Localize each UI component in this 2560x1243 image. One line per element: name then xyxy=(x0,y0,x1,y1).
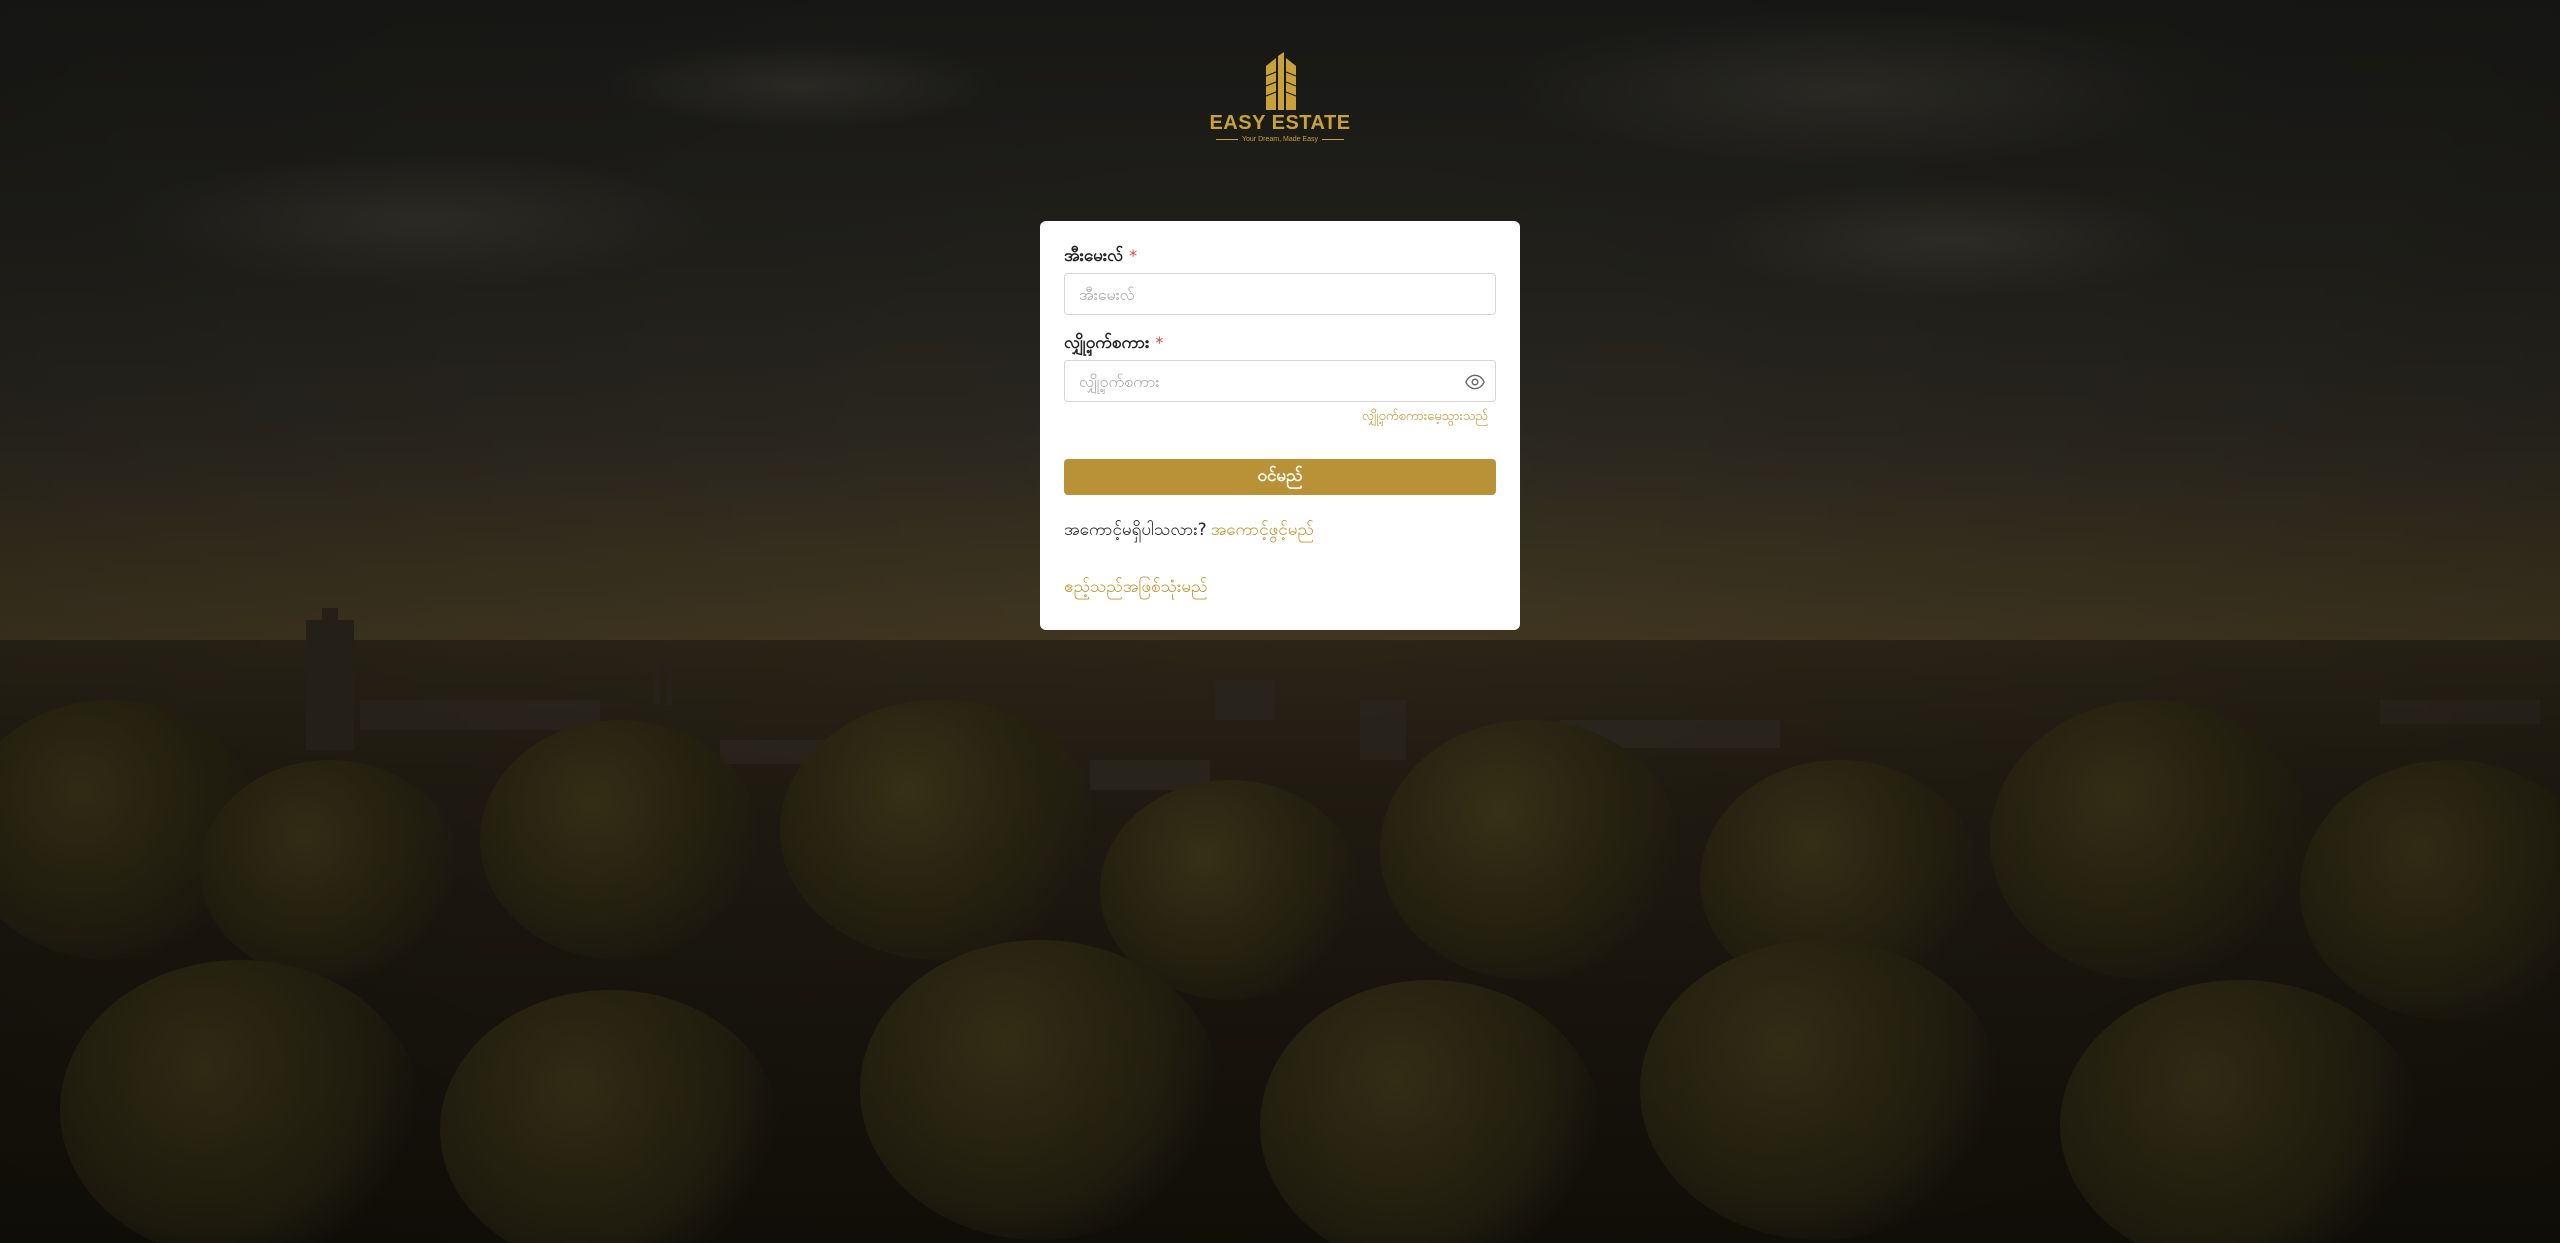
eye-icon[interactable] xyxy=(1465,373,1485,391)
email-label-text: အီးမေးလ် xyxy=(1064,246,1124,266)
login-button[interactable]: ဝင်မည် xyxy=(1064,459,1496,495)
brand-tagline: Your Dream, Made Easy xyxy=(1242,136,1318,143)
divider xyxy=(1216,139,1238,140)
brand-tagline-row: Your Dream, Made Easy xyxy=(1200,136,1360,143)
divider xyxy=(1322,139,1344,140)
login-card: အီးမေးလ် * လျှို့ဝှက်စကား * လျှို့ဝှက်စက… xyxy=(1040,221,1520,630)
email-field-group: အီးမေးလ် * xyxy=(1064,245,1496,315)
forgot-password-link[interactable]: လျှို့ဝှက်စကားမေ့သွားသည် xyxy=(1362,408,1488,427)
email-input-box xyxy=(1064,273,1496,315)
signup-row: အကောင့်မရှိပါသလား? အကောင့်ဖွင့်မည် xyxy=(1064,519,1314,544)
building-logo-icon xyxy=(1265,52,1297,110)
password-input-box xyxy=(1064,360,1496,402)
brand-logo: EASY ESTATE Your Dream, Made Easy xyxy=(1200,52,1360,152)
guest-login-link[interactable]: ဧည့်သည်အဖြစ်သုံးမည် xyxy=(1064,576,1208,601)
email-input[interactable] xyxy=(1065,274,1495,314)
signup-link[interactable]: အကောင့်ဖွင့်မည် xyxy=(1211,520,1314,540)
password-label-text: လျှို့ဝှက်စကား xyxy=(1064,333,1150,353)
password-input[interactable] xyxy=(1065,361,1495,401)
password-label: လျှို့ဝှက်စကား * xyxy=(1064,332,1496,354)
email-label: အီးမေးလ် * xyxy=(1064,245,1496,267)
required-mark: * xyxy=(1155,333,1164,352)
password-field-group: လျှို့ဝှက်စကား * xyxy=(1064,332,1496,402)
required-mark: * xyxy=(1129,246,1138,265)
signup-prompt: အကောင့်မရှိပါသလား? xyxy=(1064,520,1207,540)
brand-name: EASY ESTATE xyxy=(1209,112,1351,134)
